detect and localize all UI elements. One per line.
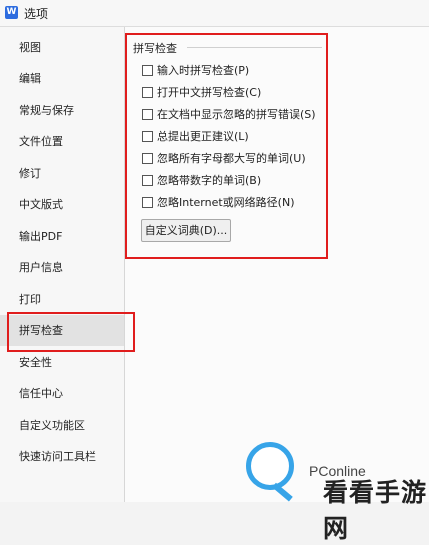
sidebar-item-trust-center[interactable]: 信任中心 (0, 378, 124, 409)
magnifier-logo-icon (246, 442, 294, 490)
sidebar-item-print[interactable]: 打印 (0, 284, 124, 315)
sidebar-item-revision[interactable]: 修订 (0, 158, 124, 189)
sidebar-item-file-location[interactable]: 文件位置 (0, 126, 124, 157)
sidebar-item-chinese-layout[interactable]: 中文版式 (0, 189, 124, 220)
spell-check-options-highlight (125, 33, 328, 259)
sidebar-item-user-info[interactable]: 用户信息 (0, 252, 124, 283)
options-sidebar: 视图 编辑 常规与保存 文件位置 修订 中文版式 输出PDF 用户信息 打印 拼… (0, 27, 125, 502)
sidebar-item-general-save[interactable]: 常规与保存 (0, 95, 124, 126)
wps-writer-app-icon: W (5, 6, 18, 19)
sidebar-item-customize-ribbon[interactable]: 自定义功能区 (0, 410, 124, 441)
sidebar-item-export-pdf[interactable]: 输出PDF (0, 221, 124, 252)
sidebar-item-edit[interactable]: 编辑 (0, 63, 124, 94)
sidebar-item-quick-access-toolbar[interactable]: 快速访问工具栏 (0, 441, 124, 472)
title-bar: W 选项 (0, 0, 429, 27)
sidebar-item-view[interactable]: 视图 (0, 32, 124, 63)
sidebar-selection-highlight (7, 312, 135, 352)
window-title: 选项 (24, 7, 49, 21)
watermark-site: 看看手游网 (323, 478, 428, 543)
